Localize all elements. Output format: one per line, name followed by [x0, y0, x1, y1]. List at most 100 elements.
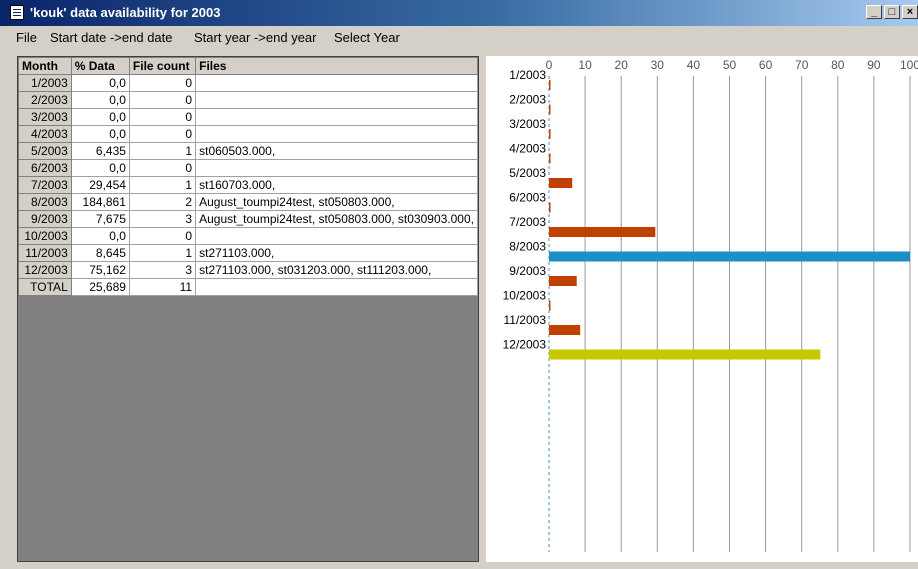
cell-files[interactable] — [195, 159, 478, 177]
cell-file-count[interactable]: 1 — [128, 244, 197, 262]
cell-file-count[interactable]: 1 — [128, 142, 197, 160]
cell-percent-data[interactable]: 29,454 — [70, 176, 130, 194]
x-tick-label: 40 — [687, 58, 701, 72]
bar — [549, 129, 551, 139]
cell-file-count[interactable]: 3 — [128, 261, 197, 279]
cell-month[interactable]: 3/2003 — [18, 108, 72, 126]
data-grid-pane[interactable]: Month % Data File count Files 1/2003 0,0 0… — [17, 56, 479, 562]
table-row[interactable]: 11/2003 8,645 1 st271103.000, — [18, 244, 478, 262]
bar — [549, 104, 551, 115]
cell-month[interactable]: 2/2003 — [18, 91, 72, 109]
table-header-row: Month % Data File count Files — [18, 57, 478, 75]
cell-files[interactable]: st271103.000, — [195, 244, 478, 262]
menu-file[interactable]: File — [16, 30, 37, 45]
cell-percent-data[interactable]: 75,162 — [70, 261, 130, 279]
cell-file-count[interactable]: 0 — [128, 159, 197, 177]
category-label: 10/2003 — [503, 289, 547, 303]
bar — [549, 80, 551, 90]
total-row[interactable]: TOTAL 25,689 11 — [18, 278, 478, 296]
cell-files[interactable] — [195, 108, 478, 126]
cell-percent-data[interactable]: 0,0 — [70, 227, 130, 245]
cell-month[interactable]: 12/2003 — [18, 261, 72, 279]
cell-percent-data[interactable]: 0,0 — [70, 74, 130, 92]
header-file-count[interactable]: File count — [128, 57, 197, 75]
table-row[interactable]: 12/2003 75,162 3 st271103.000, st031203.000… — [18, 261, 478, 279]
cell-month[interactable]: 6/2003 — [18, 159, 72, 177]
table-row[interactable]: 9/2003 7,675 3 August_toumpi24test, st05080… — [18, 210, 478, 228]
cell-month[interactable]: 7/2003 — [18, 176, 72, 194]
cell-file-count[interactable]: 0 — [128, 227, 197, 245]
cell-month[interactable]: 9/2003 — [18, 210, 72, 228]
cell-percent-data[interactable]: 7,675 — [70, 210, 130, 228]
x-tick-label: 80 — [831, 58, 845, 72]
cell-file-count[interactable]: 11 — [128, 278, 197, 296]
close-button[interactable]: × — [902, 5, 918, 19]
cell-percent-data[interactable]: 25,689 — [70, 278, 130, 296]
category-label: 7/2003 — [509, 215, 546, 229]
cell-file-count[interactable]: 0 — [128, 91, 197, 109]
bar — [549, 349, 821, 360]
category-label: 3/2003 — [509, 117, 546, 131]
cell-percent-data[interactable]: 0,0 — [70, 125, 130, 143]
table-row[interactable]: 5/2003 6,435 1 st060503.000, — [18, 142, 478, 160]
cell-files[interactable] — [195, 91, 478, 109]
category-label: 9/2003 — [509, 264, 546, 278]
cell-file-count[interactable]: 3 — [128, 210, 197, 228]
title-bar: 'kouk' data availability for 2003 _ □ × — [0, 0, 918, 26]
cell-percent-data[interactable]: 6,435 — [70, 142, 130, 160]
menu-bar: File Start date ->end date Start year ->… — [0, 26, 918, 50]
x-tick-label: 20 — [615, 58, 629, 72]
cell-percent-data[interactable]: 8,645 — [70, 244, 130, 262]
table-row[interactable]: 7/2003 29,454 1 st160703.000, — [18, 176, 478, 194]
table-row[interactable]: 10/2003 0,0 0 — [18, 227, 478, 245]
maximize-button[interactable]: □ — [884, 5, 900, 19]
table-row[interactable]: 6/2003 0,0 0 — [18, 159, 478, 177]
header-files[interactable]: Files — [195, 57, 478, 75]
cell-files[interactable] — [195, 125, 478, 143]
cell-month[interactable]: 11/2003 — [18, 244, 72, 262]
cell-files[interactable]: st160703.000, — [195, 176, 478, 194]
cell-files[interactable]: st271103.000, st031203.000, st111203.000… — [195, 261, 478, 279]
window-controls: _ □ × — [866, 5, 918, 19]
menu-start-year-end-year[interactable]: Start year ->end year — [194, 30, 316, 45]
menu-select-year[interactable]: Select Year — [334, 30, 400, 45]
table-row[interactable]: 8/2003 184,861 2 August_toumpi24test, st050… — [18, 193, 478, 211]
cell-percent-data[interactable]: 0,0 — [70, 108, 130, 126]
cell-files[interactable]: August_toumpi24test, st050803.000, — [195, 193, 478, 211]
table-row[interactable]: 2/2003 0,0 0 — [18, 91, 478, 109]
category-label: 12/2003 — [503, 338, 547, 352]
cell-month[interactable]: 1/2003 — [18, 74, 72, 92]
cell-percent-data[interactable]: 0,0 — [70, 91, 130, 109]
cell-file-count[interactable]: 2 — [128, 193, 197, 211]
minimize-button[interactable]: _ — [866, 5, 882, 19]
cell-files[interactable]: August_toumpi24test, st050803.000, st030… — [195, 210, 478, 228]
cell-files[interactable]: st060503.000, — [195, 142, 478, 160]
cell-file-count[interactable]: 0 — [128, 108, 197, 126]
bar — [549, 325, 581, 335]
app-icon[interactable] — [10, 5, 24, 20]
menu-start-date-end-date[interactable]: Start date ->end date — [50, 30, 173, 45]
cell-percent-data[interactable]: 184,861 — [70, 193, 130, 211]
availability-chart: 0 10 20 30 40 50 60 70 80 90 100 1/2003 2/2003 3/2003… — [486, 56, 918, 562]
cell-month[interactable]: TOTAL — [18, 278, 72, 296]
cell-file-count[interactable]: 1 — [128, 176, 197, 194]
data-table: Month % Data File count Files 1/2003 0,0 0… — [18, 57, 478, 296]
x-tick-label: 30 — [651, 58, 665, 72]
cell-files[interactable] — [195, 227, 478, 245]
table-row[interactable]: 4/2003 0,0 0 — [18, 125, 478, 143]
cell-month[interactable]: 8/2003 — [18, 193, 72, 211]
cell-file-count[interactable]: 0 — [128, 74, 197, 92]
x-tick-label: 90 — [867, 58, 881, 72]
cell-files[interactable] — [195, 74, 478, 92]
table-row[interactable]: 1/2003 0,0 0 — [18, 74, 478, 92]
header-percent-data[interactable]: % Data — [70, 57, 130, 75]
header-month[interactable]: Month — [18, 57, 72, 75]
cell-month[interactable]: 4/2003 — [18, 125, 72, 143]
cell-month[interactable]: 5/2003 — [18, 142, 72, 160]
cell-percent-data[interactable]: 0,0 — [70, 159, 130, 177]
bar — [549, 300, 551, 311]
table-row[interactable]: 3/2003 0,0 0 — [18, 108, 478, 126]
cell-files[interactable] — [195, 278, 478, 296]
cell-file-count[interactable]: 0 — [128, 125, 197, 143]
cell-month[interactable]: 10/2003 — [18, 227, 72, 245]
